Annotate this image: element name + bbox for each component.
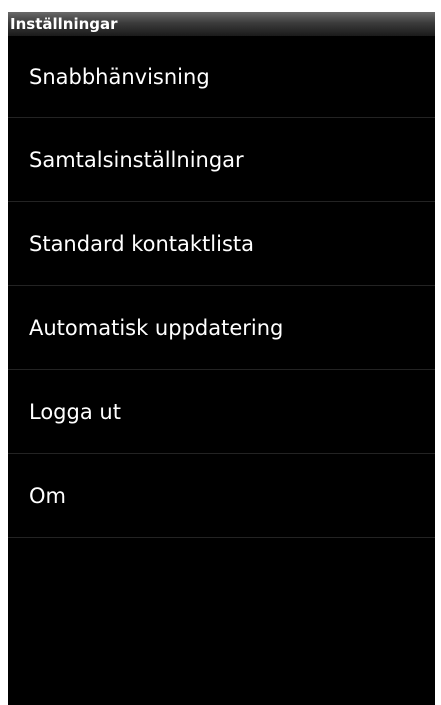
menu-item-label: Standard kontaktlista bbox=[29, 231, 254, 256]
title-bar: Inställningar bbox=[8, 12, 435, 36]
menu-item-logga-ut[interactable]: Logga ut bbox=[8, 370, 435, 454]
menu-item-om[interactable]: Om bbox=[8, 454, 435, 538]
page-title: Inställningar bbox=[10, 15, 118, 33]
menu-item-snabbhanvisning[interactable]: Snabbhänvisning bbox=[8, 36, 435, 118]
menu-item-label: Automatisk uppdatering bbox=[29, 315, 284, 340]
settings-menu: Snabbhänvisning Samtalsinställningar Sta… bbox=[8, 36, 435, 538]
menu-item-label: Om bbox=[29, 483, 66, 508]
settings-screen: Inställningar Snabbhänvisning Samtalsins… bbox=[8, 12, 435, 705]
menu-item-standard-kontaktlista[interactable]: Standard kontaktlista bbox=[8, 202, 435, 286]
menu-item-automatisk-uppdatering[interactable]: Automatisk uppdatering bbox=[8, 286, 435, 370]
menu-item-samtalsinstallningar[interactable]: Samtalsinställningar bbox=[8, 118, 435, 202]
menu-item-label: Samtalsinställningar bbox=[29, 147, 244, 172]
menu-item-label: Logga ut bbox=[29, 399, 121, 424]
menu-item-label: Snabbhänvisning bbox=[29, 64, 210, 89]
